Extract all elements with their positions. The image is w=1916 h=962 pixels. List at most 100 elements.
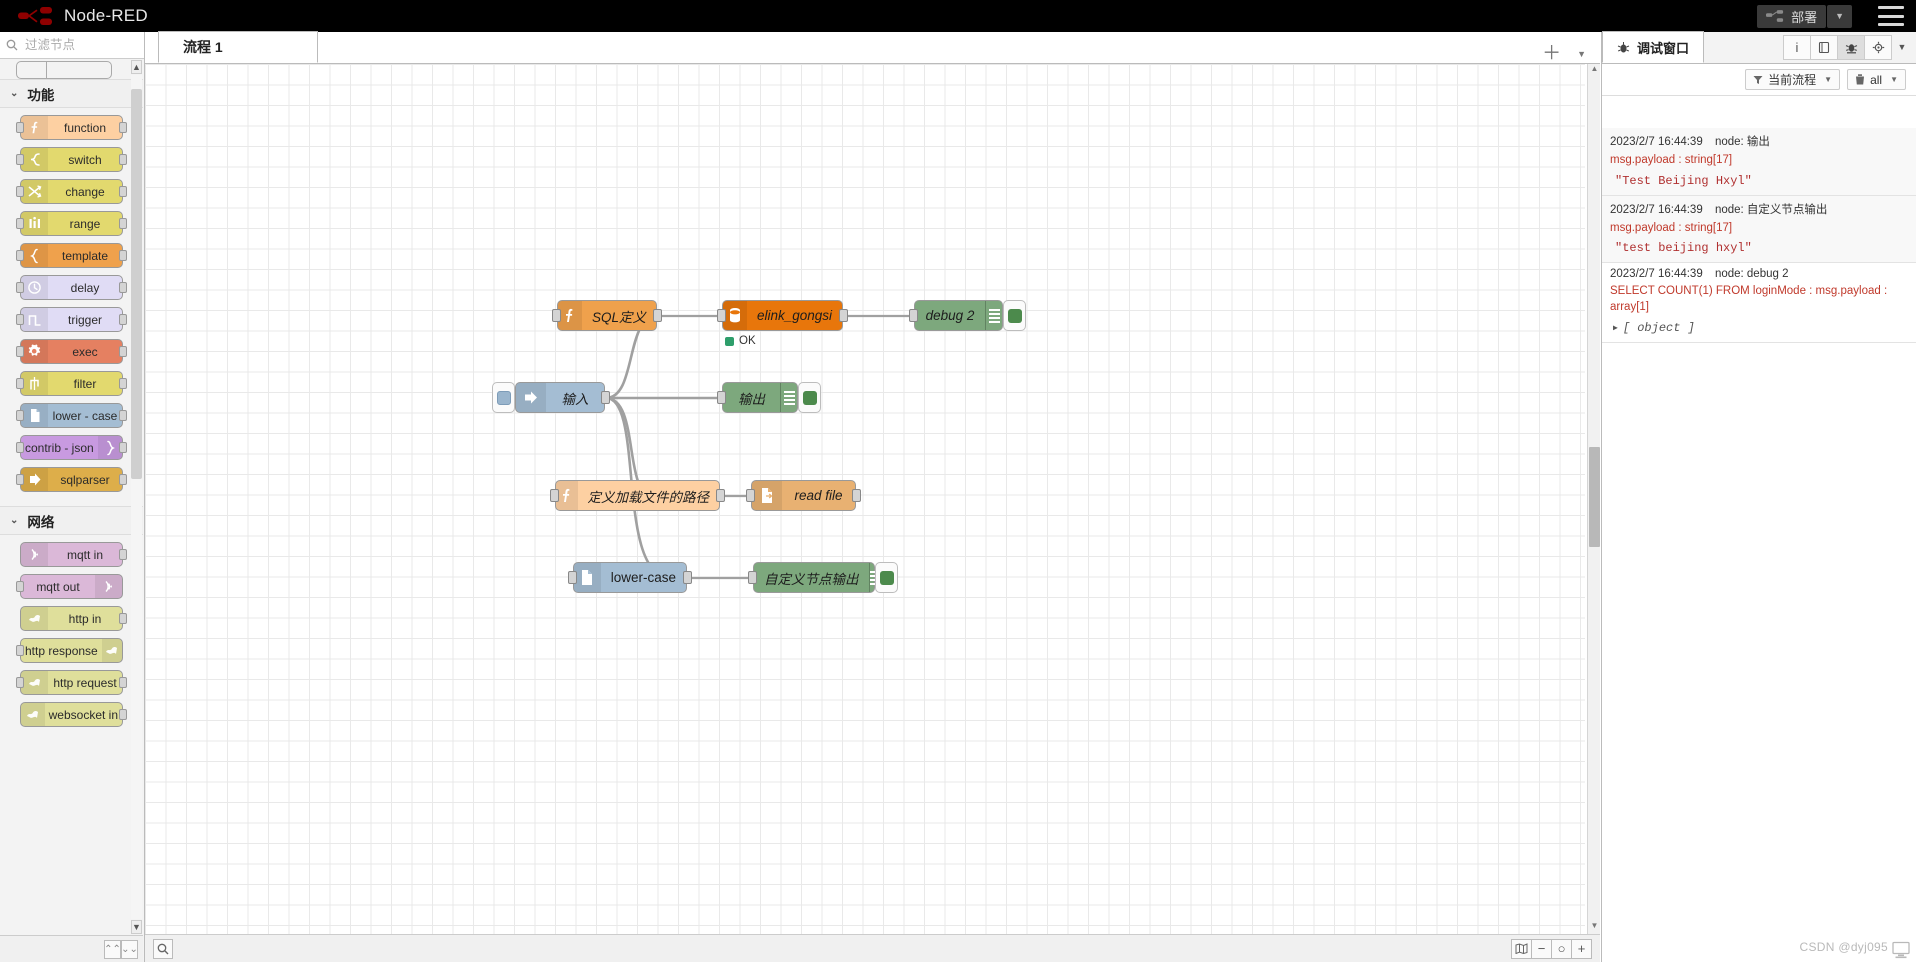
node-output-port[interactable] bbox=[119, 709, 127, 720]
vertical-scroll-thumb[interactable] bbox=[1589, 447, 1600, 547]
debug-message[interactable]: 2023/2/7 16:44:39 node: 自定义节点输出 msg.payl… bbox=[1602, 195, 1916, 264]
node-input-port[interactable] bbox=[717, 309, 726, 322]
node-input-port[interactable] bbox=[16, 645, 24, 656]
node-input-port[interactable] bbox=[909, 309, 918, 322]
node-output-port[interactable] bbox=[119, 186, 127, 197]
palette-category-function[interactable]: ⌄ 功能 bbox=[0, 79, 143, 108]
palette-node-http-in[interactable]: http in bbox=[20, 606, 127, 631]
node-input-port[interactable] bbox=[16, 314, 24, 325]
debug-enable-button[interactable] bbox=[1003, 300, 1026, 331]
zoom-in-button[interactable]: + bbox=[1571, 938, 1592, 959]
scroll-up-arrow-icon[interactable]: ▲ bbox=[1588, 64, 1600, 77]
node-output-port[interactable] bbox=[119, 250, 127, 261]
flow-node-custom-output[interactable]: 自定义节点输出 bbox=[748, 562, 898, 593]
node-output-port[interactable] bbox=[119, 346, 127, 357]
node-output-port[interactable] bbox=[119, 378, 127, 389]
palette-node-sqlparser[interactable]: sqlparser bbox=[16, 467, 127, 492]
node-output-port[interactable] bbox=[119, 218, 127, 229]
flow-node-lower-case[interactable]: lower-case bbox=[568, 562, 692, 593]
palette-scroll-down-button[interactable]: ▼ bbox=[131, 920, 142, 934]
palette-node-mqtt-out[interactable]: mqtt out bbox=[16, 574, 123, 599]
plus-icon[interactable]: ＋ bbox=[1542, 44, 1561, 63]
node-output-port[interactable] bbox=[119, 677, 127, 688]
flow-node-path-def[interactable]: 定义加载文件的路径 bbox=[550, 480, 725, 511]
info-tool-button[interactable]: i bbox=[1783, 34, 1811, 60]
palette-node-template[interactable]: template bbox=[16, 243, 127, 268]
flow-node-read-file[interactable]: read file bbox=[746, 480, 861, 511]
canvas-vertical-scrollbar[interactable]: ▲ ▼ bbox=[1587, 64, 1600, 934]
zoom-actual-button[interactable]: ○ bbox=[1551, 938, 1572, 959]
inject-trigger-button[interactable] bbox=[492, 382, 515, 413]
node-output-port[interactable] bbox=[119, 282, 127, 293]
expand-all-icon[interactable]: ⌄⌄ bbox=[121, 939, 138, 959]
node-output-port[interactable] bbox=[852, 489, 861, 502]
palette-node-function[interactable]: function bbox=[16, 115, 127, 140]
node-input-port[interactable] bbox=[16, 378, 24, 389]
palette-scroll-up-button[interactable]: ▲ bbox=[131, 60, 142, 74]
search-icon[interactable] bbox=[153, 938, 173, 959]
flow-canvas[interactable]: 输入 SQL定义 elink_gongsi OK debug 2 输出 定义加载… bbox=[145, 64, 1585, 944]
node-input-port[interactable] bbox=[717, 391, 726, 404]
node-input-port[interactable] bbox=[16, 122, 24, 133]
palette-category-network[interactable]: ⌄ 网络 bbox=[0, 506, 143, 535]
settings-tool-button[interactable] bbox=[1864, 34, 1892, 60]
debug-object-toggle[interactable]: ▶ [ object ] bbox=[1610, 321, 1908, 335]
node-input-port[interactable] bbox=[16, 282, 24, 293]
flow-node-input[interactable]: 输入 bbox=[492, 382, 610, 413]
node-output-port[interactable] bbox=[683, 571, 692, 584]
debug-enable-button[interactable] bbox=[798, 382, 821, 413]
clear-messages-button[interactable]: all ▼ bbox=[1847, 69, 1906, 90]
node-input-port[interactable] bbox=[16, 442, 24, 453]
node-input-port[interactable] bbox=[16, 250, 24, 261]
tab-flow-1[interactable]: 流程 1 bbox=[158, 31, 318, 63]
node-input-port[interactable] bbox=[16, 410, 24, 421]
palette-node-lower-case[interactable]: lower - case bbox=[16, 403, 127, 428]
node-output-port[interactable] bbox=[119, 474, 127, 485]
palette-node-mqtt-in[interactable]: mqtt in bbox=[20, 542, 127, 567]
palette-node-http-request[interactable]: http request bbox=[16, 670, 127, 695]
node-output-port[interactable] bbox=[119, 410, 127, 421]
palette-node-contrib-json[interactable]: contrib - json bbox=[16, 435, 127, 460]
node-output-port[interactable] bbox=[119, 122, 127, 133]
palette-scrollbar-thumb[interactable] bbox=[131, 89, 142, 479]
palette-node-trigger[interactable]: trigger bbox=[16, 307, 127, 332]
node-input-port[interactable] bbox=[16, 186, 24, 197]
node-input-port[interactable] bbox=[16, 677, 24, 688]
node-output-port[interactable] bbox=[653, 309, 662, 322]
node-input-port[interactable] bbox=[16, 581, 24, 592]
debug-tool-button[interactable] bbox=[1837, 34, 1865, 60]
node-input-port[interactable] bbox=[748, 571, 757, 584]
node-input-port[interactable] bbox=[16, 346, 24, 357]
node-output-port[interactable] bbox=[601, 391, 610, 404]
node-input-port[interactable] bbox=[568, 571, 577, 584]
node-input-port[interactable] bbox=[552, 309, 561, 322]
debug-message[interactable]: 2023/2/7 16:44:39 node: 输出 msg.payload :… bbox=[1602, 128, 1916, 196]
main-menu-button[interactable] bbox=[1878, 6, 1904, 26]
node-output-port[interactable] bbox=[839, 309, 848, 322]
zoom-out-button[interactable]: − bbox=[1531, 938, 1552, 959]
flow-node-elink-gongsi[interactable]: elink_gongsi OK bbox=[717, 300, 848, 347]
zoom-reset-icon[interactable] bbox=[1511, 938, 1532, 959]
deploy-button[interactable]: 部署 bbox=[1757, 4, 1827, 28]
chevron-down-icon[interactable]: ▼ bbox=[1577, 49, 1586, 59]
palette-search[interactable] bbox=[0, 32, 144, 59]
node-input-port[interactable] bbox=[746, 489, 755, 502]
search-input[interactable] bbox=[23, 37, 143, 53]
collapse-all-icon[interactable]: ⌃⌃ bbox=[104, 939, 121, 959]
tab-debug-window[interactable]: 调试窗口 bbox=[1602, 31, 1705, 63]
help-tool-button[interactable] bbox=[1810, 34, 1838, 60]
palette-node-http-response[interactable]: http response bbox=[16, 638, 123, 663]
node-output-port[interactable] bbox=[716, 489, 725, 502]
flow-node-sql-def[interactable]: SQL定义 bbox=[552, 300, 662, 331]
flow-node-output[interactable]: 输出 bbox=[717, 382, 821, 413]
filter-scope-button[interactable]: 当前流程 ▼ bbox=[1745, 69, 1841, 90]
debug-message[interactable]: 2023/2/7 16:44:39 node: debug 2 SELECT C… bbox=[1602, 263, 1916, 344]
palette-node-exec[interactable]: exec bbox=[16, 339, 127, 364]
node-output-port[interactable] bbox=[119, 613, 127, 624]
deploy-options-button[interactable]: ▼ bbox=[1827, 4, 1852, 28]
debug-message-list[interactable]: 2023/2/7 16:44:39 node: 输出 msg.payload :… bbox=[1602, 128, 1916, 962]
node-input-port[interactable] bbox=[16, 474, 24, 485]
palette-node-websocket-in[interactable]: websocket in bbox=[20, 702, 127, 727]
canvas-viewport[interactable]: 输入 SQL定义 elink_gongsi OK debug 2 输出 定义加载… bbox=[145, 64, 1600, 962]
node-output-port[interactable] bbox=[119, 442, 127, 453]
